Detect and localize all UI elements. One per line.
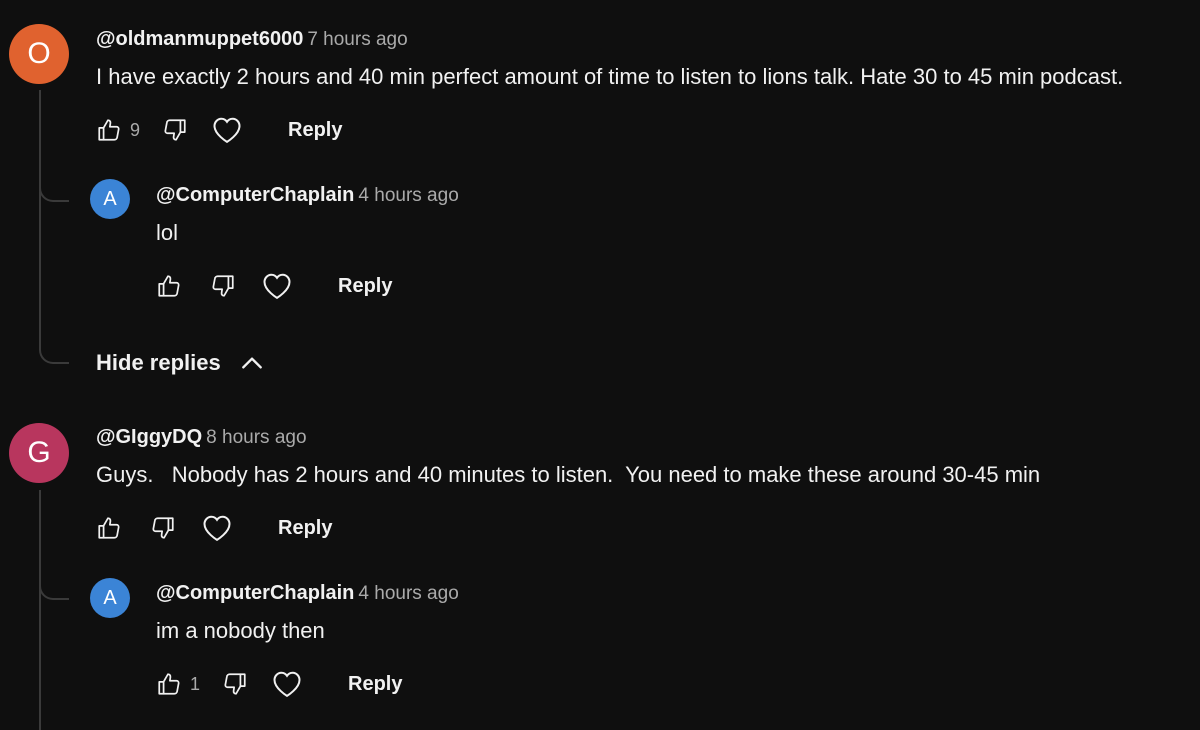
comment-author[interactable]: @oldmanmuppet6000 [96,28,303,50]
heart-button[interactable] [202,513,232,543]
reply-time[interactable]: 4 hours ago [358,583,458,604]
thumbs-down-icon [164,119,186,141]
dislike-button[interactable] [220,669,250,699]
like-button[interactable] [94,115,124,145]
dislike-button[interactable] [160,115,190,145]
like-button[interactable] [154,271,184,301]
comment-time[interactable]: 8 hours ago [206,427,306,448]
comment-header: @GIggyDQ 8 hours ago [96,424,307,452]
reply-author[interactable]: @ComputerChaplain [156,184,354,206]
avatar-letter: G [27,436,51,469]
reply-button[interactable]: Reply [348,673,402,696]
heart-icon [213,117,241,144]
thumbs-down-icon [212,275,234,297]
comment-text: Guys. Nobody has 2 hours and 40 minutes … [96,462,1041,487]
dislike-button[interactable] [208,271,238,301]
heart-button[interactable] [272,669,302,699]
like-count: 1 [190,673,201,694]
avatar[interactable]: A [90,578,130,618]
comment-header: @oldmanmuppet6000 7 hours ago [96,26,408,54]
thumbs-up-icon [158,673,180,695]
reply-actions: Reply [154,266,392,306]
thumbs-up-icon [98,119,120,141]
reply-connector [39,578,69,600]
avatar-letter: A [103,586,117,609]
reply-button[interactable]: Reply [278,517,332,540]
reply-actions: 1 Reply [154,664,402,704]
comment-text: I have exactly 2 hours and 40 min perfec… [96,64,1124,89]
heart-icon [263,273,291,300]
avatar[interactable]: G [9,423,69,483]
hide-replies-button[interactable]: Hide replies [96,350,265,376]
avatar[interactable]: A [90,179,130,219]
thumbs-down-icon [224,673,246,695]
thumbs-up-icon [158,275,180,297]
like-count: 9 [130,119,141,140]
thumbs-down-icon [152,517,174,539]
reply-button[interactable]: Reply [288,119,342,142]
dislike-button[interactable] [148,513,178,543]
like-button[interactable] [94,513,124,543]
comment-actions: Reply [94,508,332,548]
reply-text: im a nobody then [156,618,325,643]
comment-actions: 9 Reply [94,110,342,150]
heart-icon [273,671,301,698]
reply-button[interactable]: Reply [338,275,392,298]
comment-time[interactable]: 7 hours ago [307,29,407,50]
heart-icon [203,515,231,542]
hide-replies-label: Hide replies [96,350,221,375]
reply-header: @ComputerChaplain 4 hours ago [156,182,459,210]
reply-author[interactable]: @ComputerChaplain [156,582,354,604]
heart-button[interactable] [262,271,292,301]
reply-connector [39,180,69,202]
reply-connector [39,340,69,364]
thumbs-up-icon [98,517,120,539]
heart-button[interactable] [212,115,242,145]
reply-text: lol [156,220,179,245]
comment-author[interactable]: @GIggyDQ [96,426,202,448]
chevron-up-icon [241,357,262,369]
avatar-letter: O [27,37,51,70]
reply-time[interactable]: 4 hours ago [358,185,458,206]
like-button[interactable] [154,669,184,699]
reply-header: @ComputerChaplain 4 hours ago [156,580,459,608]
thread-line [39,490,41,730]
avatar[interactable]: O [9,24,69,84]
avatar-letter: A [103,187,117,210]
thread-line [39,90,41,340]
